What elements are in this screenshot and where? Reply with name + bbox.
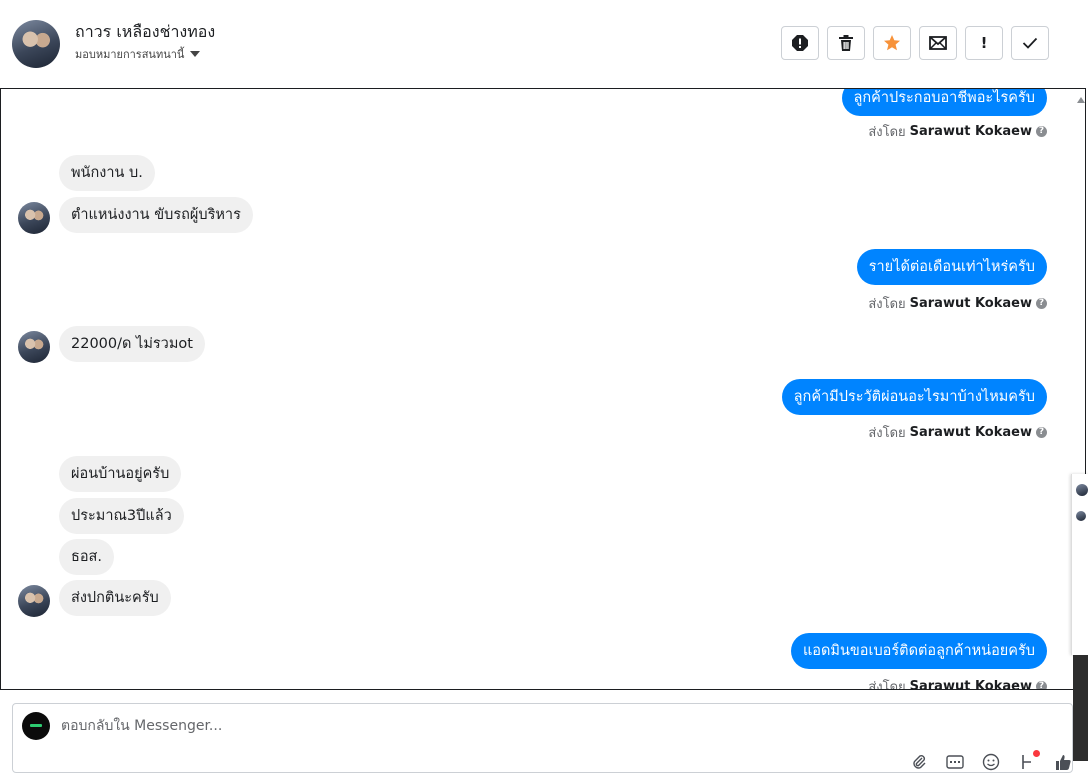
delete-button[interactable] bbox=[827, 26, 865, 60]
check-icon bbox=[1022, 37, 1038, 49]
incoming-message: ประมาณ3ปีแล้ว bbox=[59, 498, 184, 534]
sender-name: Sarawut Kokaew bbox=[909, 296, 1032, 311]
sent-by-label: ส่งโดย Sarawut Kokaew ? bbox=[868, 422, 1047, 443]
side-chat-panel[interactable] bbox=[1071, 474, 1088, 655]
sender-name: Sarawut Kokaew bbox=[909, 679, 1032, 690]
assign-conversation-dropdown[interactable]: มอบหมายการสนทนานี้ bbox=[75, 45, 201, 63]
sender-avatar bbox=[18, 585, 50, 617]
page-avatar bbox=[22, 712, 50, 740]
side-panel-avatar[interactable] bbox=[1076, 484, 1088, 496]
trash-icon bbox=[839, 35, 853, 51]
like-icon[interactable] bbox=[1053, 752, 1073, 772]
sent-by-label: ส่งโดย Sarawut Kokaew ? bbox=[868, 293, 1047, 314]
sent-by-label: ส่งโดย Sarawut Kokaew ? bbox=[868, 676, 1047, 690]
chevron-down-icon bbox=[190, 51, 201, 57]
side-dark-strip bbox=[1073, 655, 1088, 761]
reply-input[interactable] bbox=[61, 714, 861, 738]
reply-composer bbox=[12, 703, 1073, 773]
sender-avatar bbox=[18, 202, 50, 234]
exclamation-icon: ! bbox=[980, 34, 988, 52]
notification-dot bbox=[1033, 750, 1040, 757]
mark-spam-button[interactable] bbox=[781, 26, 819, 60]
conversation-toolbar: ! bbox=[781, 26, 1049, 60]
scroll-up-arrow-icon[interactable] bbox=[1077, 97, 1085, 103]
outgoing-message: ลูกค้ามีประวัติผ่อนอะไรมาบ้างไหมครับ bbox=[781, 379, 1047, 415]
help-icon[interactable]: ? bbox=[1036, 427, 1047, 438]
help-icon[interactable]: ? bbox=[1036, 126, 1047, 137]
outgoing-message: ลูกค้าประกอบอาชีพอะไรครับ bbox=[841, 89, 1047, 116]
contact-name[interactable]: ถาวร เหลืองช่างทอง bbox=[75, 20, 215, 45]
sender-name: Sarawut Kokaew bbox=[909, 124, 1032, 139]
incoming-message: ธอส. bbox=[59, 539, 115, 575]
sticker-icon[interactable] bbox=[1017, 750, 1040, 772]
outgoing-message: แอดมินขอเบอร์ติดต่อลูกค้าหน่อยครับ bbox=[790, 633, 1047, 669]
sent-by-label: ส่งโดย Sarawut Kokaew ? bbox=[868, 121, 1047, 142]
incoming-message: ส่งปกตินะครับ bbox=[59, 580, 171, 616]
side-panel-avatar[interactable] bbox=[1076, 511, 1086, 521]
contact-avatar[interactable] bbox=[12, 20, 60, 68]
emoji-icon[interactable] bbox=[981, 752, 1001, 772]
follow-up-button[interactable]: ! bbox=[965, 26, 1003, 60]
mail-icon bbox=[929, 36, 947, 50]
message-thread[interactable]: ลูกค้าประกอบอาชีพอะไรครับ ส่งโดย Sarawut… bbox=[0, 88, 1086, 690]
outgoing-message: รายได้ต่อเดือนเท่าไหร่ครับ bbox=[856, 249, 1047, 285]
spam-icon bbox=[792, 35, 808, 51]
mark-done-button[interactable] bbox=[1011, 26, 1049, 60]
attach-icon[interactable] bbox=[909, 752, 929, 772]
incoming-message: 22000/ด ไม่รวมot bbox=[59, 326, 205, 362]
mark-unread-button[interactable] bbox=[919, 26, 957, 60]
sender-avatar bbox=[18, 331, 50, 363]
composer-icons bbox=[909, 750, 1073, 772]
incoming-message: ตำแหน่งงาน ขับรถผู้บริหาร bbox=[59, 197, 253, 233]
incoming-message: พนักงาน บ. bbox=[59, 155, 155, 191]
assign-label: มอบหมายการสนทนานี้ bbox=[75, 48, 185, 61]
conversation-header: ถาวร เหลืองช่างทอง มอบหมายการสนทนานี้ ! bbox=[0, 0, 1088, 88]
sender-name: Sarawut Kokaew bbox=[909, 425, 1032, 440]
help-icon[interactable]: ? bbox=[1036, 298, 1047, 309]
help-icon[interactable]: ? bbox=[1036, 681, 1047, 689]
incoming-message: ผ่อนบ้านอยู่ครับ bbox=[59, 456, 182, 492]
star-icon bbox=[884, 35, 900, 51]
gif-icon[interactable] bbox=[945, 752, 965, 772]
star-button[interactable] bbox=[873, 26, 911, 60]
